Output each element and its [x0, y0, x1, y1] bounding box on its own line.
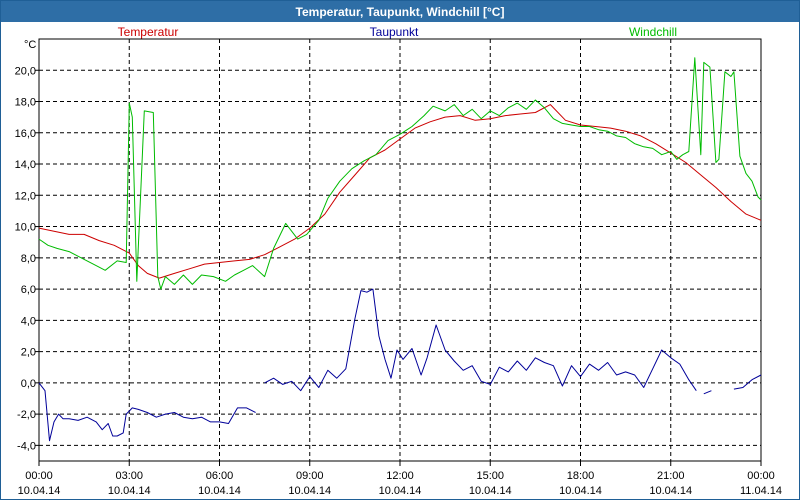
y-axis: -4,0 -2,0 0,0 2,0 4,0 6,0 8,0 10,0 12,0 14,0 16,0 1… — [15, 65, 39, 452]
y-tick-label: 0,0 — [21, 378, 36, 390]
y-tick-label: 2,0 — [21, 347, 36, 359]
legend-taupunkt: Taupunkt — [370, 25, 419, 39]
y-tick-label: 10,0 — [15, 222, 36, 234]
x-tick-time: 18:00 — [567, 470, 595, 482]
y-tick-label: 20,0 — [15, 65, 36, 77]
y-tick-label: 14,0 — [15, 159, 36, 171]
x-tick-date: 10.04.14 — [379, 485, 422, 497]
y-tick-label: 18,0 — [15, 97, 36, 109]
x-tick-date: 10.04.14 — [559, 485, 602, 497]
x-tick-date: 10.04.14 — [108, 485, 151, 497]
x-tick-time: 06:00 — [206, 470, 234, 482]
legend-windchill: Windchill — [629, 25, 677, 39]
x-tick-date: 10.04.14 — [288, 485, 331, 497]
x-tick-time: 15:00 — [476, 470, 504, 482]
chart-svg: -4,0 -2,0 0,0 2,0 4,0 6,0 8,0 10,0 12,0 14,0 16,0 1… — [15, 25, 782, 497]
legend-temperatur: Temperatur — [118, 25, 179, 39]
y-tick-label: 6,0 — [21, 284, 36, 296]
x-tick-date: 10.04.14 — [649, 485, 692, 497]
x-tick-date: 10.04.14 — [198, 485, 241, 497]
x-tick-date: 10.04.14 — [18, 485, 61, 497]
y-tick-label: -4,0 — [17, 440, 36, 452]
y-tick-label: 12,0 — [15, 190, 36, 202]
x-tick-time: 12:00 — [386, 470, 414, 482]
x-tick-time: 09:00 — [296, 470, 324, 482]
x-tick-time: 00:00 — [747, 470, 775, 482]
x-tick-date: 11.04.14 — [740, 485, 782, 497]
y-tick-label: 8,0 — [21, 253, 36, 265]
x-tick-time: 03:00 — [115, 470, 143, 482]
y-axis-label: °C — [24, 39, 36, 51]
y-tick-label: 4,0 — [21, 315, 36, 327]
legend: Temperatur Taupunkt Windchill — [118, 25, 677, 39]
x-axis: 00:00 10.04.14 03:00 10.04.14 06:00 10.04.14 0… — [18, 461, 782, 497]
y-tick-label: -2,0 — [17, 409, 36, 421]
x-tick-time: 00:00 — [25, 470, 53, 482]
y-tick-label: 16,0 — [15, 128, 36, 140]
x-tick-time: 21:00 — [657, 470, 685, 482]
x-tick-date: 10.04.14 — [469, 485, 512, 497]
